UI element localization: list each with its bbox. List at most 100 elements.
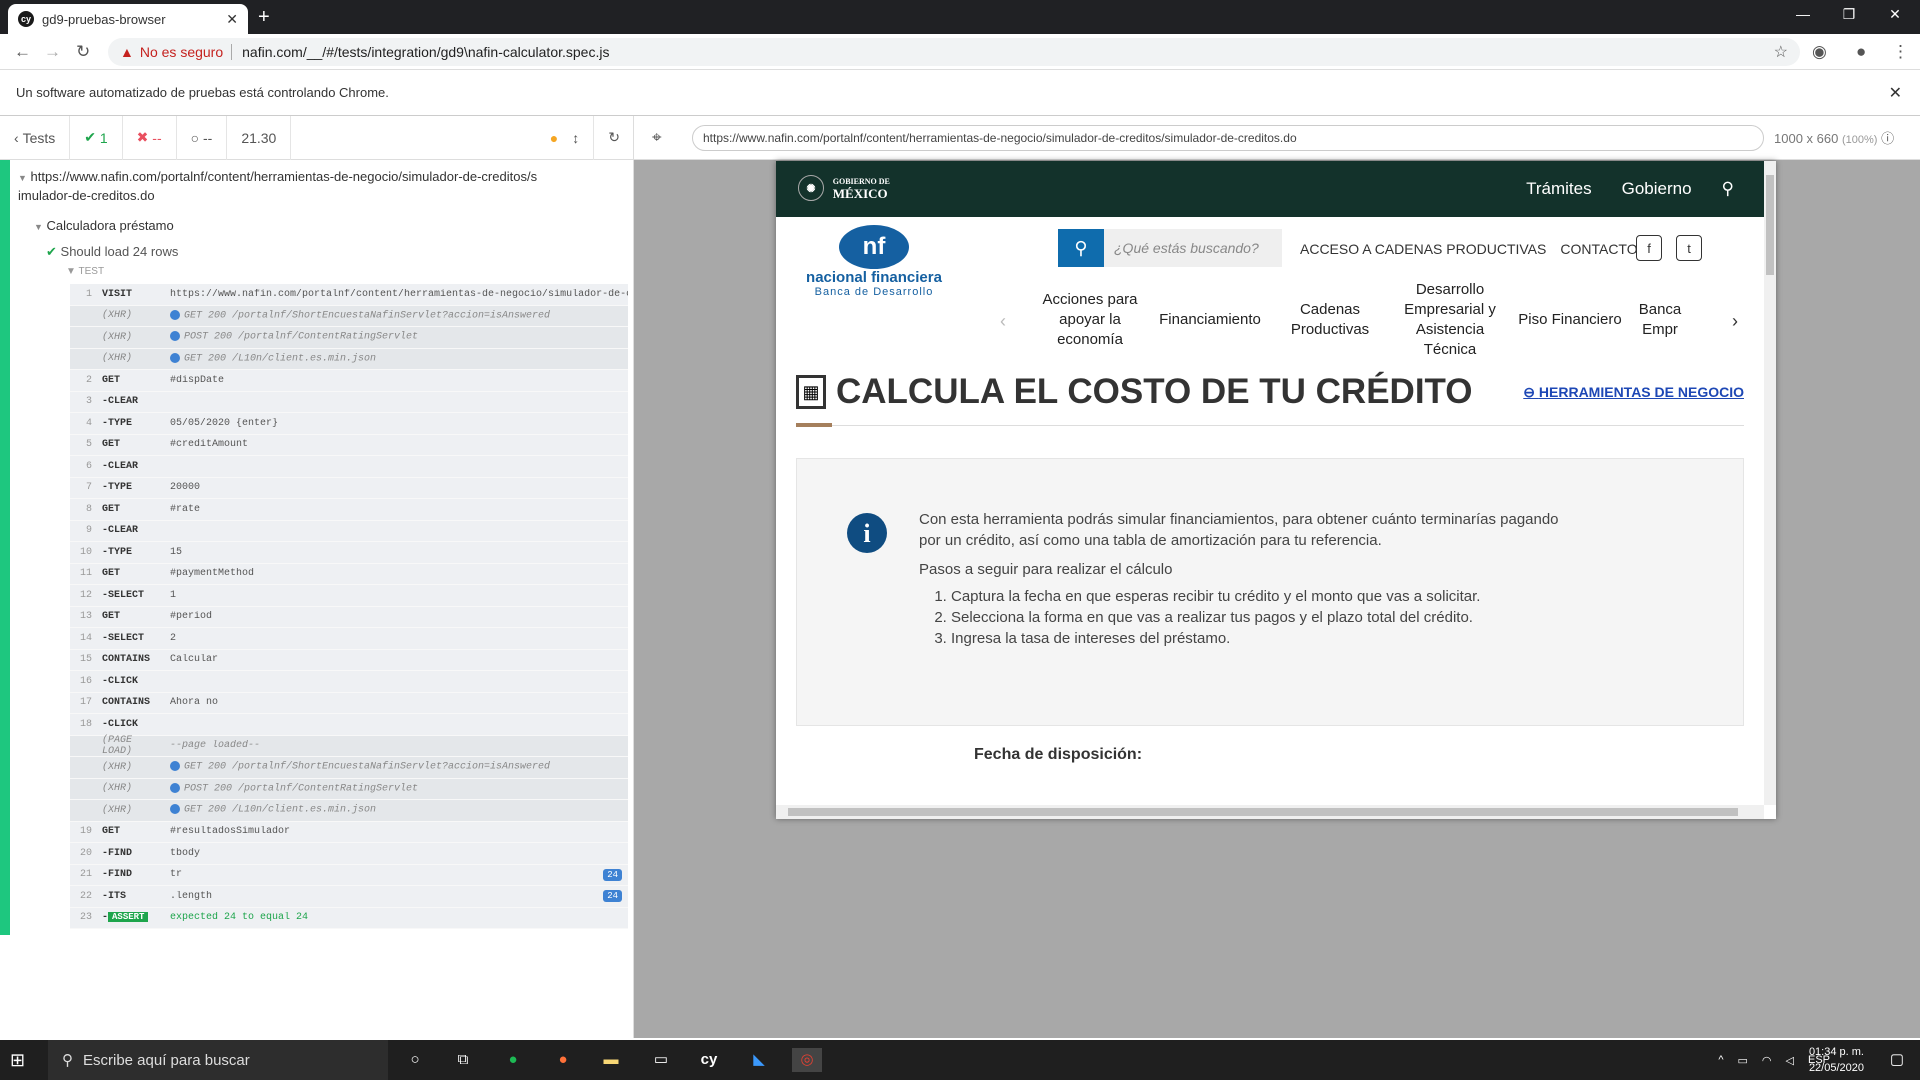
- spec-node[interactable]: ▼ https://www.nafin.com/portalnf/content…: [18, 168, 538, 205]
- site-search-button[interactable]: ⚲: [1058, 229, 1104, 267]
- pending-count[interactable]: ○ --: [177, 115, 228, 160]
- command-row[interactable]: 2 GET #dispDate: [70, 370, 628, 392]
- command-row[interactable]: 9 -CLEAR: [70, 521, 628, 542]
- xhr-log-row[interactable]: (PAGE LOAD) --page loaded--: [70, 735, 628, 757]
- rerun-icon[interactable]: ↻: [593, 115, 634, 160]
- command-row[interactable]: 14 -SELECT 2: [70, 628, 628, 650]
- command-row[interactable]: 19 GET #resultadosSimulador: [70, 822, 628, 843]
- command-row[interactable]: 16 -CLICK: [70, 671, 628, 693]
- command-row[interactable]: 12 -SELECT 1: [70, 585, 628, 607]
- command-row[interactable]: 11 GET #paymentMethod: [70, 564, 628, 585]
- xhr-log-row[interactable]: (XHR) GET 200 /L10n/client.es.min.json: [70, 348, 628, 370]
- file-explorer-icon[interactable]: ▬: [596, 1048, 626, 1072]
- battery-icon[interactable]: ▭: [1738, 1054, 1748, 1067]
- close-tab-icon[interactable]: ✕: [226, 11, 238, 28]
- gov-search-icon[interactable]: ⚲: [1722, 179, 1734, 199]
- task-view-icon[interactable]: ⧉: [448, 1048, 478, 1072]
- minimize-icon[interactable]: —: [1780, 6, 1826, 22]
- command-row[interactable]: 10 -TYPE 15: [70, 542, 628, 564]
- nav-item-banca[interactable]: Banca Empr: [1630, 300, 1690, 340]
- firefox-icon[interactable]: ●: [548, 1048, 578, 1072]
- tools-link[interactable]: ⊖ HERRAMIENTAS DE NEGOCIO: [1523, 384, 1744, 401]
- test-node[interactable]: ✔ Should load 24 rows: [46, 244, 178, 260]
- command-row[interactable]: 15 CONTAINS Calcular: [70, 650, 628, 671]
- command-row[interactable]: 17 CONTAINS Ahora no: [70, 693, 628, 714]
- cortana-icon[interactable]: ○: [400, 1048, 430, 1072]
- volume-icon[interactable]: ◁: [1786, 1054, 1794, 1067]
- xhr-log-row[interactable]: (XHR) GET 200 /portalnf/ShortEncuestaNafi…: [70, 305, 628, 327]
- reload-icon[interactable]: ↻: [76, 42, 90, 62]
- xhr-log-row[interactable]: (XHR) GET 200 /L10n/client.es.min.json: [70, 800, 628, 822]
- suite-node[interactable]: ▼ Calculadora préstamo: [34, 218, 174, 233]
- link-contacto[interactable]: CONTACTO: [1560, 241, 1637, 257]
- xhr-log-row[interactable]: (XHR) POST 200 /portalnf/ContentRatingSer…: [70, 327, 628, 349]
- menu-kebab-icon[interactable]: ⋮: [1892, 42, 1909, 62]
- wifi-icon[interactable]: ◠: [1762, 1054, 1772, 1067]
- url-text[interactable]: nafin.com/__/#/tests/integration/gd9\naf…: [242, 44, 609, 60]
- nav-item-cadenas[interactable]: Cadenas Productivas: [1270, 300, 1390, 340]
- not-secure-label[interactable]: No es seguro: [140, 44, 223, 60]
- new-tab-icon[interactable]: +: [258, 6, 270, 29]
- back-icon[interactable]: ←: [14, 42, 31, 62]
- omnibox[interactable]: ▲ No es seguro nafin.com/__/#/tests/inte…: [108, 38, 1800, 66]
- bookmark-star-icon[interactable]: ☆: [1774, 42, 1788, 62]
- tests-button[interactable]: ‹ Tests: [0, 115, 71, 160]
- scroll-thumb[interactable]: [788, 808, 1738, 816]
- command-row[interactable]: 5 GET #creditAmount: [70, 435, 628, 456]
- close-window-icon[interactable]: ✕: [1872, 6, 1918, 23]
- scroll-thumb[interactable]: [1766, 175, 1774, 275]
- forward-icon[interactable]: →: [44, 42, 61, 62]
- taskbar-search[interactable]: ⚲ Escribe aquí para buscar: [48, 1040, 388, 1080]
- command-row[interactable]: 6 -CLEAR: [70, 456, 628, 478]
- xhr-log-row[interactable]: (XHR) GET 200 /portalnf/ShortEncuestaNafi…: [70, 757, 628, 779]
- nav-item-desarrollo[interactable]: Desarrollo Empresarial y Asistencia Técn…: [1390, 280, 1510, 360]
- nav-item-piso[interactable]: Piso Financiero: [1510, 310, 1630, 330]
- command-row[interactable]: 22 -ITS .length 24: [70, 886, 628, 908]
- nav-item-financiamiento[interactable]: Financiamiento: [1150, 310, 1270, 330]
- twitter-icon[interactable]: t: [1676, 235, 1702, 261]
- gov-nav-tramites[interactable]: Trámites: [1526, 179, 1592, 199]
- autoscroll-icon[interactable]: ↕: [572, 116, 593, 160]
- browser-tab[interactable]: cy gd9-pruebas-browser ✕: [8, 4, 248, 34]
- nav-next-icon[interactable]: ›: [1732, 311, 1738, 332]
- viewport-info[interactable]: 1000 x 660 (100%) ⓘ: [1774, 128, 1894, 147]
- windows-start-icon[interactable]: ⊞: [10, 1050, 25, 1071]
- tray-chevron-icon[interactable]: ^: [1718, 1054, 1723, 1067]
- profile-icon[interactable]: ●: [1856, 42, 1866, 62]
- command-row[interactable]: 3 -CLEAR: [70, 392, 628, 413]
- horizontal-scrollbar[interactable]: [776, 805, 1764, 819]
- command-row[interactable]: 13 GET #period: [70, 607, 628, 628]
- vscode-icon[interactable]: ◣: [744, 1048, 774, 1072]
- command-row[interactable]: 20 -FIND tbody: [70, 843, 628, 865]
- gov-nav-gobierno[interactable]: Gobierno: [1622, 179, 1692, 199]
- command-row[interactable]: 21 -FIND tr 24: [70, 865, 628, 886]
- terminal-icon[interactable]: ▭: [646, 1048, 676, 1072]
- runner-url[interactable]: https://www.nafin.com/portalnf/content/h…: [692, 125, 1764, 151]
- cypress-app-icon[interactable]: cy: [694, 1048, 724, 1072]
- passed-count[interactable]: ✔ 1: [70, 115, 123, 160]
- notifications-icon[interactable]: ▢: [1890, 1050, 1904, 1068]
- command-row[interactable]: 8 GET #rate: [70, 499, 628, 521]
- gov-logo[interactable]: ✺ GOBIERNO DE MÉXICO: [798, 175, 890, 201]
- command-row[interactable]: 18 -CLICK: [70, 714, 628, 736]
- failed-count[interactable]: ✖ --: [123, 115, 177, 160]
- nav-item-acciones[interactable]: Acciones para apoyar la economía: [1030, 290, 1150, 350]
- restore-icon[interactable]: ❐: [1826, 6, 1872, 23]
- link-cadenas-productivas[interactable]: ACCESO A CADENAS PRODUCTIVAS: [1300, 241, 1546, 257]
- nav-prev-icon[interactable]: ‹: [1000, 311, 1006, 332]
- command-row[interactable]: 23- ASSERT expected 24 to equal 24: [70, 908, 628, 929]
- clock[interactable]: 01:34 p. m. 22/05/2020: [1809, 1044, 1864, 1076]
- facebook-icon[interactable]: f: [1636, 235, 1662, 261]
- selector-playground-icon[interactable]: ⌖: [652, 128, 662, 148]
- cypress-extension-icon[interactable]: ◉: [1812, 42, 1827, 62]
- test-section[interactable]: ▼ TEST: [66, 266, 104, 277]
- nafin-logo[interactable]: nf nacional financiera Banca de Desarrol…: [784, 225, 964, 298]
- spotify-icon[interactable]: ●: [498, 1048, 528, 1072]
- chrome-icon[interactable]: ◎: [792, 1048, 822, 1072]
- vertical-scrollbar[interactable]: [1764, 161, 1776, 805]
- xhr-log-row[interactable]: (XHR) POST 200 /portalnf/ContentRatingSer…: [70, 778, 628, 800]
- site-search-input[interactable]: ¿Qué estás buscando?: [1104, 229, 1282, 267]
- close-infobar-icon[interactable]: ✕: [1889, 83, 1902, 103]
- command-row[interactable]: 7 -TYPE 20000: [70, 478, 628, 499]
- command-row[interactable]: 4 -TYPE 05/05/2020 {enter}: [70, 413, 628, 435]
